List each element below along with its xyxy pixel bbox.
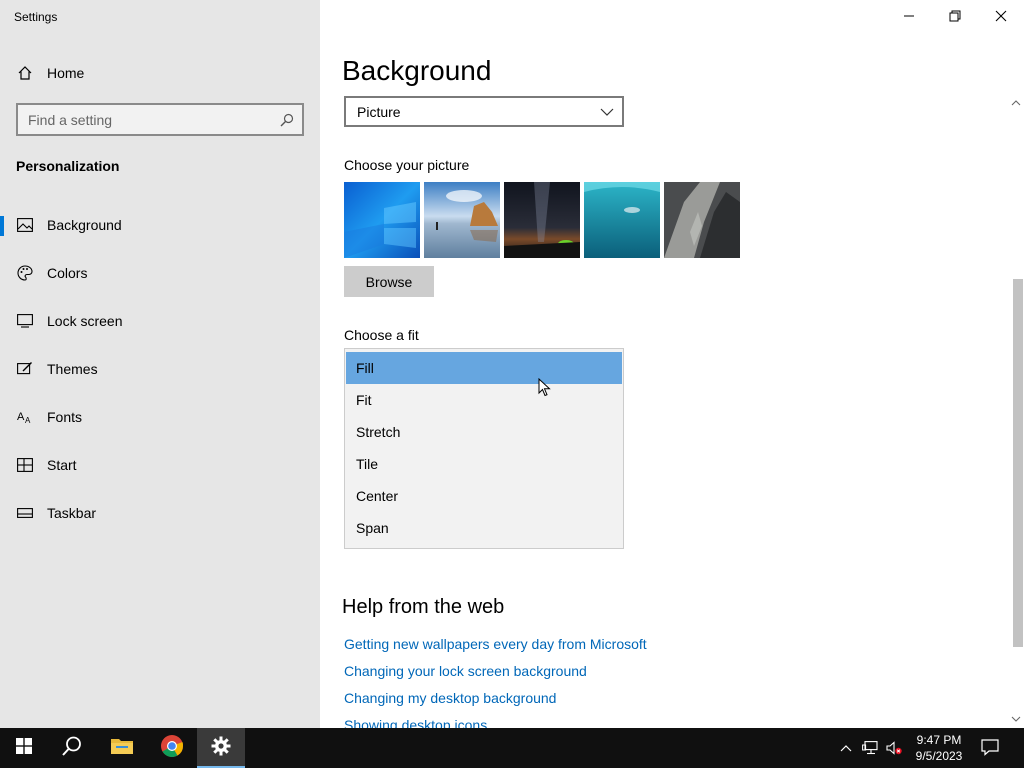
sidebar-item-label: Start — [47, 457, 77, 473]
sidebar-item-themes[interactable]: Themes — [0, 349, 320, 389]
help-title: Help from the web — [342, 596, 505, 618]
show-hidden-icons-chevron-icon[interactable] — [838, 740, 854, 756]
help-link-desktop-icons[interactable]: Showing desktop icons — [344, 717, 487, 728]
help-link-wallpapers[interactable]: Getting new wallpapers every day from Mi… — [344, 636, 647, 652]
search-input[interactable] — [18, 105, 302, 134]
section-title: Personalization — [16, 158, 120, 174]
sidebar: Settings Home Personalization Background… — [0, 0, 320, 728]
browse-button[interactable]: Browse — [344, 266, 434, 297]
clock-time: 9:47 PM — [916, 733, 962, 747]
page-title: Background — [342, 55, 492, 86]
sidebar-item-background[interactable]: Background — [0, 205, 320, 245]
background-type-value: Picture — [357, 104, 401, 120]
fit-option-fill[interactable]: Fill — [346, 352, 622, 384]
help-link-desktop-background[interactable]: Changing my desktop background — [344, 690, 556, 706]
choose-picture-label: Choose your picture — [344, 157, 470, 173]
sidebar-item-colors[interactable]: Colors — [0, 253, 320, 293]
fit-option-span[interactable]: Span — [346, 512, 622, 544]
clock-date: 9/5/2023 — [915, 749, 963, 763]
sidebar-item-label: Colors — [47, 265, 88, 281]
folder-icon — [110, 736, 134, 761]
sidebar-item-label: Fonts — [47, 409, 83, 425]
home-icon — [16, 64, 34, 82]
sidebar-item-label: Taskbar — [47, 505, 97, 521]
choose-fit-label: Choose a fit — [344, 327, 419, 343]
vertical-scrollbar[interactable] — [1008, 96, 1024, 728]
fit-option-stretch[interactable]: Stretch — [346, 416, 622, 448]
picture-thumbnail-windows[interactable] — [344, 182, 420, 258]
image-icon — [16, 216, 34, 234]
picture-thumbnail-night-sky[interactable] — [504, 182, 580, 258]
search-icon[interactable] — [280, 113, 294, 127]
restore-button[interactable] — [932, 0, 978, 32]
taskbar-icon — [16, 504, 34, 522]
sidebar-item-taskbar[interactable]: Taskbar — [0, 493, 320, 533]
background-type-dropdown[interactable]: Picture — [344, 96, 624, 127]
scroll-down-icon[interactable] — [1011, 712, 1021, 726]
app-title: Settings — [14, 10, 58, 24]
fit-dropdown-list: Fill Fit Stretch Tile Center Span — [344, 348, 624, 549]
scroll-up-icon[interactable] — [1011, 96, 1021, 110]
main-content: Background Picture Choose your picture B… — [320, 0, 1024, 728]
close-button[interactable] — [978, 0, 1024, 32]
themes-icon — [16, 360, 34, 378]
fonts-icon: AA — [16, 408, 34, 426]
action-center-icon[interactable] — [980, 738, 1002, 758]
file-explorer-button[interactable] — [98, 728, 146, 768]
picture-thumbnail-beach[interactable] — [424, 182, 500, 258]
settings-taskbar-button[interactable] — [197, 728, 245, 768]
chevron-down-icon — [600, 105, 614, 119]
sidebar-item-fonts[interactable]: AA Fonts — [0, 397, 320, 437]
svg-text:A: A — [17, 411, 25, 423]
picture-thumbnail-underwater[interactable] — [584, 182, 660, 258]
chrome-icon — [160, 734, 184, 763]
sidebar-item-label: Background — [47, 217, 122, 233]
help-link-lock-screen[interactable]: Changing your lock screen background — [344, 663, 587, 679]
picture-thumbnail-rock[interactable] — [664, 182, 740, 258]
taskbar-search-button[interactable] — [48, 728, 96, 768]
volume-muted-icon[interactable] — [886, 740, 902, 756]
fit-option-center[interactable]: Center — [346, 480, 622, 512]
search-box[interactable] — [16, 103, 304, 136]
sidebar-item-lock-screen[interactable]: Lock screen — [0, 301, 320, 341]
mouse-cursor-icon — [538, 377, 552, 398]
start-icon — [16, 456, 34, 474]
system-clock[interactable]: 9:47 PM 9/5/2023 — [910, 732, 968, 764]
nav-home-label: Home — [47, 65, 85, 81]
network-icon[interactable] — [862, 740, 878, 756]
search-icon — [61, 735, 83, 762]
svg-text:A: A — [25, 416, 31, 424]
start-button[interactable] — [0, 728, 48, 768]
palette-icon — [16, 264, 34, 282]
sidebar-item-label: Themes — [47, 361, 98, 377]
chrome-button[interactable] — [148, 728, 196, 768]
sidebar-item-start[interactable]: Start — [0, 445, 320, 485]
fit-option-tile[interactable]: Tile — [346, 448, 622, 480]
gear-icon — [211, 736, 231, 761]
taskbar: 9:47 PM 9/5/2023 — [0, 728, 1024, 768]
sidebar-item-label: Lock screen — [47, 313, 123, 329]
nav-home[interactable]: Home — [0, 53, 320, 93]
fit-option-fit[interactable]: Fit — [346, 384, 622, 416]
minimize-button[interactable] — [886, 0, 932, 32]
scrollbar-thumb[interactable] — [1013, 279, 1023, 647]
lock-screen-icon — [16, 312, 34, 330]
windows-logo-icon — [16, 737, 32, 759]
